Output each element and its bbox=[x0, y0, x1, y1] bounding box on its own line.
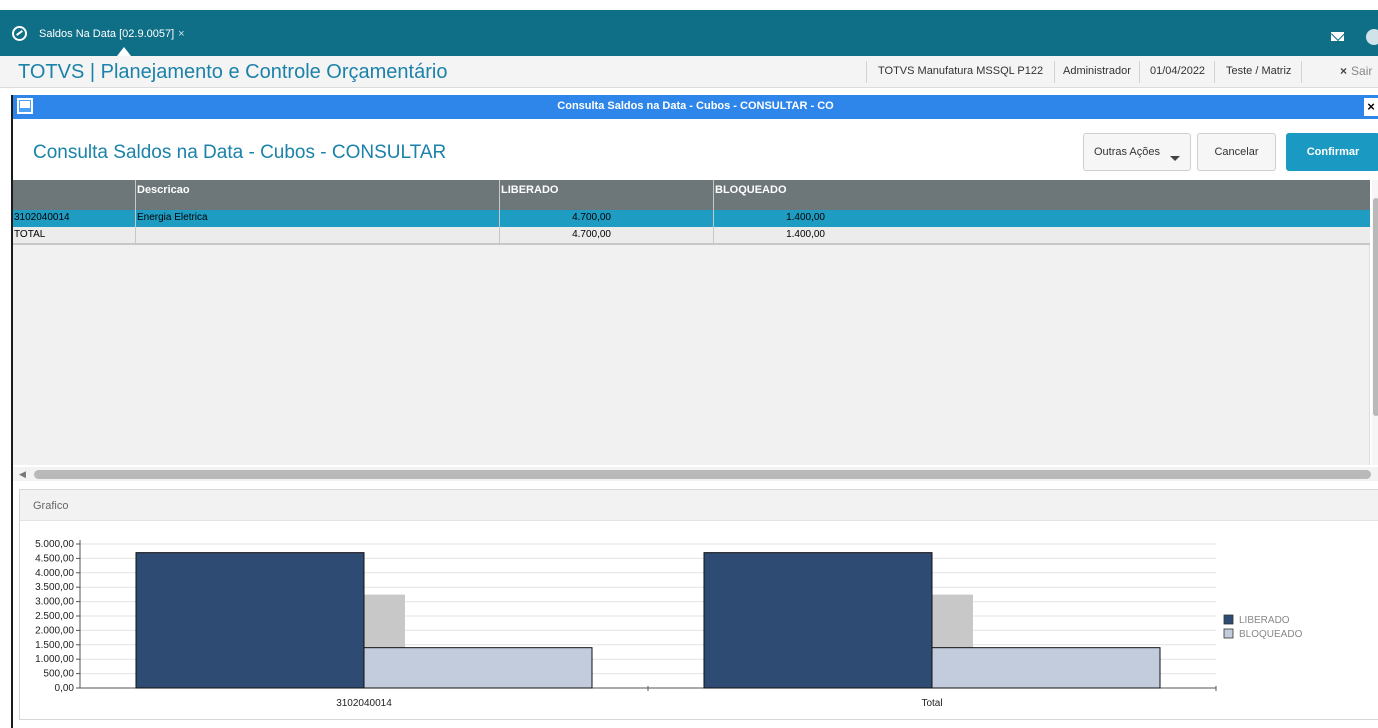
chevron-down-icon bbox=[1170, 155, 1181, 161]
help-icon[interactable] bbox=[1366, 29, 1378, 45]
y-tick-label: 4.000,00 bbox=[35, 568, 74, 579]
cell-liberado: 4.700,00 bbox=[572, 212, 611, 223]
tab-label: Saldos Na Data [02.9.0057] bbox=[39, 27, 175, 40]
top-tab-bar: Saldos Na Data [02.9.0057] × bbox=[0, 0, 1378, 56]
table-row[interactable]: 3102040014 Energia Eletrica 4.700,00 1.4… bbox=[13, 210, 1370, 227]
y-tick-label: 3.000,00 bbox=[35, 597, 74, 608]
form-title: Consulta Saldos na Data - Cubos - CONSUL… bbox=[33, 142, 447, 163]
chart-panel-title: Grafico bbox=[33, 500, 69, 512]
cell-descricao: Energia Eletrica bbox=[137, 212, 208, 223]
tab-close-icon[interactable]: × bbox=[178, 28, 184, 40]
consulta-dialog: Consulta Saldos na Data - Cubos - CONSUL… bbox=[11, 95, 1378, 728]
bar-liberado bbox=[703, 552, 933, 689]
legend-swatch bbox=[1223, 628, 1234, 639]
totvs-logo-icon bbox=[12, 26, 27, 41]
chart-panel-header: Grafico bbox=[20, 490, 1378, 521]
row-divider bbox=[13, 244, 1370, 245]
company-label[interactable]: Teste / Matriz bbox=[1226, 65, 1291, 77]
header-divider bbox=[1139, 61, 1140, 83]
header-divider bbox=[866, 61, 867, 83]
app-title: TOTVS | Planejamento e Controle Orçament… bbox=[18, 61, 448, 83]
cell-bloqueado: 1.400,00 bbox=[786, 212, 825, 223]
x-tick-label: Total bbox=[921, 698, 942, 709]
app-header: TOTVS | Planejamento e Controle Orçament… bbox=[0, 56, 1378, 88]
exit-button[interactable]: × Sair bbox=[1340, 64, 1372, 78]
y-tick-label: 5.000,00 bbox=[35, 539, 74, 550]
bar-bloqueado bbox=[931, 647, 1161, 689]
user-label[interactable]: Administrador bbox=[1063, 65, 1131, 77]
cell-code: TOTAL bbox=[14, 229, 46, 240]
chart-panel: Grafico 0,00 500,00 1.000,00 1.500,00 2.000,… bbox=[19, 489, 1378, 720]
other-actions-label: Outras Ações bbox=[1093, 146, 1161, 158]
dialog-title: Consulta Saldos na Data - Cubos - CONSUL… bbox=[557, 100, 834, 112]
other-actions-button[interactable]: Outras Ações bbox=[1083, 133, 1191, 171]
header-divider bbox=[1214, 61, 1215, 83]
column-header-liberado[interactable]: LIBERADO bbox=[501, 184, 558, 196]
column-divider bbox=[135, 180, 136, 244]
legend-swatch bbox=[1223, 614, 1234, 625]
active-tab-indicator-icon bbox=[117, 47, 131, 56]
y-tick-label: 2.500,00 bbox=[35, 611, 74, 622]
y-tick-label: 4.500,00 bbox=[35, 553, 74, 564]
column-divider bbox=[713, 180, 714, 244]
y-tick-label: 3.500,00 bbox=[35, 582, 74, 593]
y-tick-label: 1.000,00 bbox=[35, 654, 74, 665]
x-tick-label: 3102040014 bbox=[336, 698, 392, 709]
header-divider bbox=[1301, 61, 1302, 83]
scrollbar-thumb[interactable] bbox=[34, 470, 1371, 479]
column-divider bbox=[499, 180, 500, 244]
mail-icon[interactable] bbox=[1331, 32, 1344, 41]
close-icon: × bbox=[1340, 64, 1348, 78]
y-tick-label: 500,00 bbox=[43, 669, 74, 680]
grid-header: Descricao LIBERADO BLOQUEADO bbox=[13, 180, 1370, 210]
bar-chart: 0,00 500,00 1.000,00 1.500,00 2.000,00 2.500,… bbox=[35, 539, 1303, 709]
cell-liberado: 4.700,00 bbox=[572, 229, 611, 240]
date-label[interactable]: 01/04/2022 bbox=[1150, 65, 1205, 77]
exit-label: Sair bbox=[1351, 64, 1373, 78]
y-tick-label: 0,00 bbox=[55, 683, 75, 694]
environment-label: TOTVS Manufatura MSSQL P122 bbox=[878, 65, 1044, 77]
header-divider bbox=[1054, 61, 1055, 83]
results-grid: Descricao LIBERADO BLOQUEADO 3102040014 … bbox=[13, 180, 1370, 465]
scrollbar-thumb[interactable] bbox=[1373, 198, 1378, 416]
legend-label: LIBERADO bbox=[1239, 615, 1290, 626]
legend-label: BLOQUEADO bbox=[1239, 629, 1303, 640]
grid-horizontal-scrollbar[interactable]: ◀ bbox=[13, 467, 1378, 481]
y-tick-label: 1.500,00 bbox=[35, 640, 74, 651]
bar-bloqueado bbox=[363, 647, 593, 689]
bar-liberado bbox=[135, 552, 365, 689]
confirm-button[interactable]: Confirmar bbox=[1286, 133, 1378, 171]
dialog-titlebar: Consulta Saldos na Data - Cubos - CONSUL… bbox=[13, 95, 1378, 119]
y-tick-label: 2.000,00 bbox=[35, 625, 74, 636]
column-header-bloqueado[interactable]: BLOQUEADO bbox=[715, 184, 787, 196]
tab-saldos-na-data[interactable]: Saldos Na Data [02.9.0057] × bbox=[12, 21, 185, 46]
table-row-total[interactable]: TOTAL 4.700,00 1.400,00 bbox=[13, 227, 1370, 244]
cell-code: 3102040014 bbox=[14, 212, 70, 223]
grid-vertical-scrollbar[interactable] bbox=[1372, 180, 1378, 465]
cancel-button[interactable]: Cancelar bbox=[1197, 133, 1276, 171]
scroll-left-icon[interactable]: ◀ bbox=[19, 469, 26, 480]
column-header-descricao[interactable]: Descricao bbox=[137, 184, 190, 196]
cell-bloqueado: 1.400,00 bbox=[786, 229, 825, 240]
dialog-close-button[interactable]: × bbox=[1364, 98, 1378, 116]
